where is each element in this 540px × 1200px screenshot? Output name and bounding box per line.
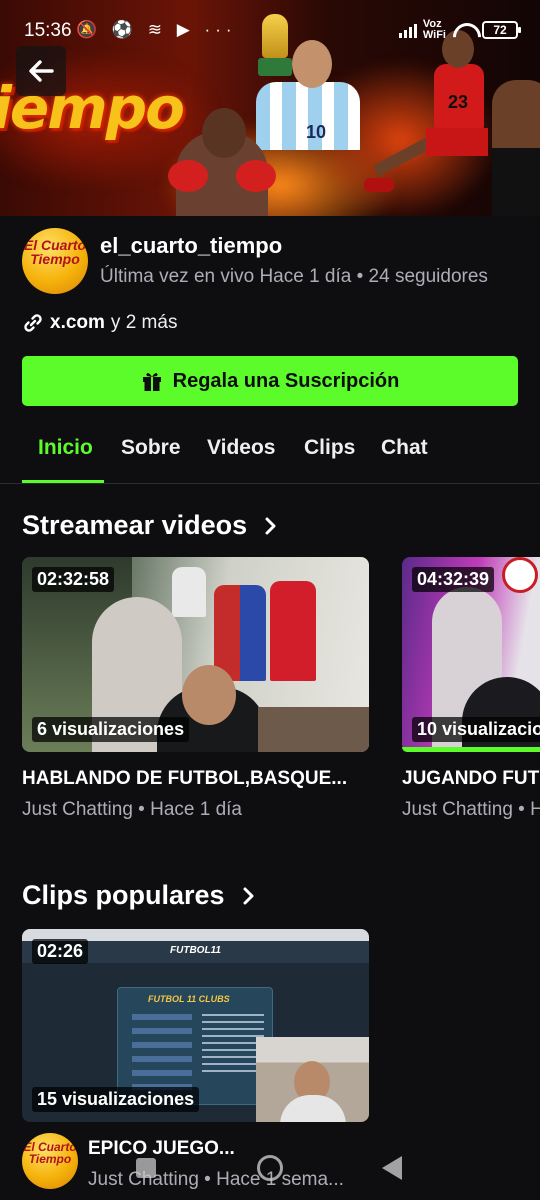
clips-section-title: Clips populares bbox=[22, 880, 225, 910]
watch-progress-bar bbox=[402, 747, 540, 752]
tab-inicio[interactable]: Inicio bbox=[38, 436, 93, 460]
jersey-decor bbox=[270, 581, 316, 681]
clip-thumbnail[interactable]: FUTBOL11 FUTBOL 11 CLUBS 02:26 15 visual… bbox=[22, 929, 369, 1122]
video-thumbnail[interactable]: 04:32:39 10 visualizaciones bbox=[402, 557, 540, 752]
basketball-jersey-number: 23 bbox=[448, 92, 469, 112]
active-tab-indicator bbox=[22, 480, 104, 483]
jersey-decor bbox=[172, 567, 206, 617]
notification-icons: 🔕 ⚽ ≋ ▶ ··· bbox=[76, 20, 237, 39]
boxing-glove-left bbox=[168, 160, 208, 192]
channel-avatar[interactable]: El Cuarto Tiempo bbox=[22, 228, 88, 294]
back-triangle-icon[interactable] bbox=[382, 1156, 402, 1180]
videos-section-header[interactable]: Streamear videos bbox=[22, 510, 277, 541]
basketball-player-shoe bbox=[364, 178, 394, 192]
back-button[interactable] bbox=[16, 46, 66, 96]
video-meta[interactable]: Just Chatting • Hace bbox=[402, 799, 540, 821]
link-main[interactable]: x.com bbox=[50, 312, 105, 334]
video-duration-badge: 04:32:39 bbox=[412, 567, 495, 592]
wifi-icon bbox=[452, 21, 476, 39]
video-duration-badge: 02:32:58 bbox=[32, 567, 115, 592]
tab-chat[interactable]: Chat bbox=[381, 436, 428, 460]
battery-icon: 72 bbox=[482, 21, 521, 39]
volte-indicator: Voz WiFi bbox=[422, 18, 446, 41]
video-views-badge: 10 visualizaciones bbox=[412, 717, 540, 742]
river-plate-crest-icon bbox=[502, 557, 538, 593]
channel-meta: Última vez en vivo Hace 1 día • 24 segui… bbox=[100, 266, 488, 287]
arrow-left-icon bbox=[29, 60, 54, 82]
status-bar: 15:36 🔕 ⚽ ≋ ▶ ··· Voz WiFi 72 bbox=[0, 0, 540, 60]
clips-section-header[interactable]: Clips populares bbox=[22, 880, 255, 911]
video-thumbnail[interactable]: 02:32:58 6 visualizaciones bbox=[22, 557, 369, 752]
channel-name: el_cuarto_tiempo bbox=[100, 233, 283, 258]
chevron-right-icon bbox=[265, 517, 276, 534]
streamer-head bbox=[182, 665, 236, 725]
link-icon bbox=[24, 314, 42, 332]
athlete-figure bbox=[492, 80, 540, 216]
tab-sobre[interactable]: Sobre bbox=[121, 436, 181, 460]
trophy-base bbox=[258, 58, 292, 76]
avatar-logo-text: El Cuarto Tiempo bbox=[23, 237, 87, 267]
gift-icon bbox=[142, 373, 161, 391]
status-right-icons: Voz WiFi 72 bbox=[398, 18, 521, 42]
soccer-jersey-number: 10 bbox=[306, 122, 327, 142]
home-icon[interactable] bbox=[257, 1155, 283, 1181]
clip-views-badge: 15 visualizaciones bbox=[32, 1087, 200, 1112]
channel-tabs: Inicio Sobre Videos Clips Chat bbox=[0, 420, 540, 484]
gift-subscription-button[interactable]: Regala una Suscripción bbox=[22, 356, 518, 406]
video-title[interactable]: JUGANDO FUTBOL bbox=[402, 768, 540, 790]
chevron-right-icon bbox=[243, 887, 254, 904]
status-time: 15:36 bbox=[24, 20, 72, 41]
videos-section-title: Streamear videos bbox=[22, 510, 248, 540]
webcam-overlay bbox=[256, 1037, 369, 1122]
signal-icon bbox=[398, 22, 417, 38]
gift-button-label: Regala una Suscripción bbox=[172, 369, 400, 392]
social-links[interactable]: x.com y 2 más bbox=[22, 312, 177, 334]
system-navigation-bar bbox=[0, 1140, 540, 1200]
basketball-player-shorts bbox=[426, 128, 488, 156]
jersey-decor bbox=[214, 585, 266, 681]
video-title[interactable]: HABLANDO DE FUTBOL,BASQUE... bbox=[22, 768, 382, 790]
recent-apps-icon[interactable] bbox=[136, 1158, 156, 1178]
game-panel-heading: FUTBOL 11 CLUBS bbox=[148, 994, 230, 1004]
link-more[interactable]: y 2 más bbox=[111, 312, 178, 334]
clip-duration-badge: 02:26 bbox=[32, 939, 89, 964]
video-meta[interactable]: Just Chatting • Hace 1 día bbox=[22, 799, 382, 821]
tab-clips[interactable]: Clips bbox=[304, 436, 355, 460]
boxer-head bbox=[202, 108, 246, 158]
boxing-glove-right bbox=[236, 160, 276, 192]
tab-videos[interactable]: Videos bbox=[207, 436, 275, 460]
site-logo-text: FUTBOL11 bbox=[170, 945, 221, 956]
video-views-badge: 6 visualizaciones bbox=[32, 717, 190, 742]
